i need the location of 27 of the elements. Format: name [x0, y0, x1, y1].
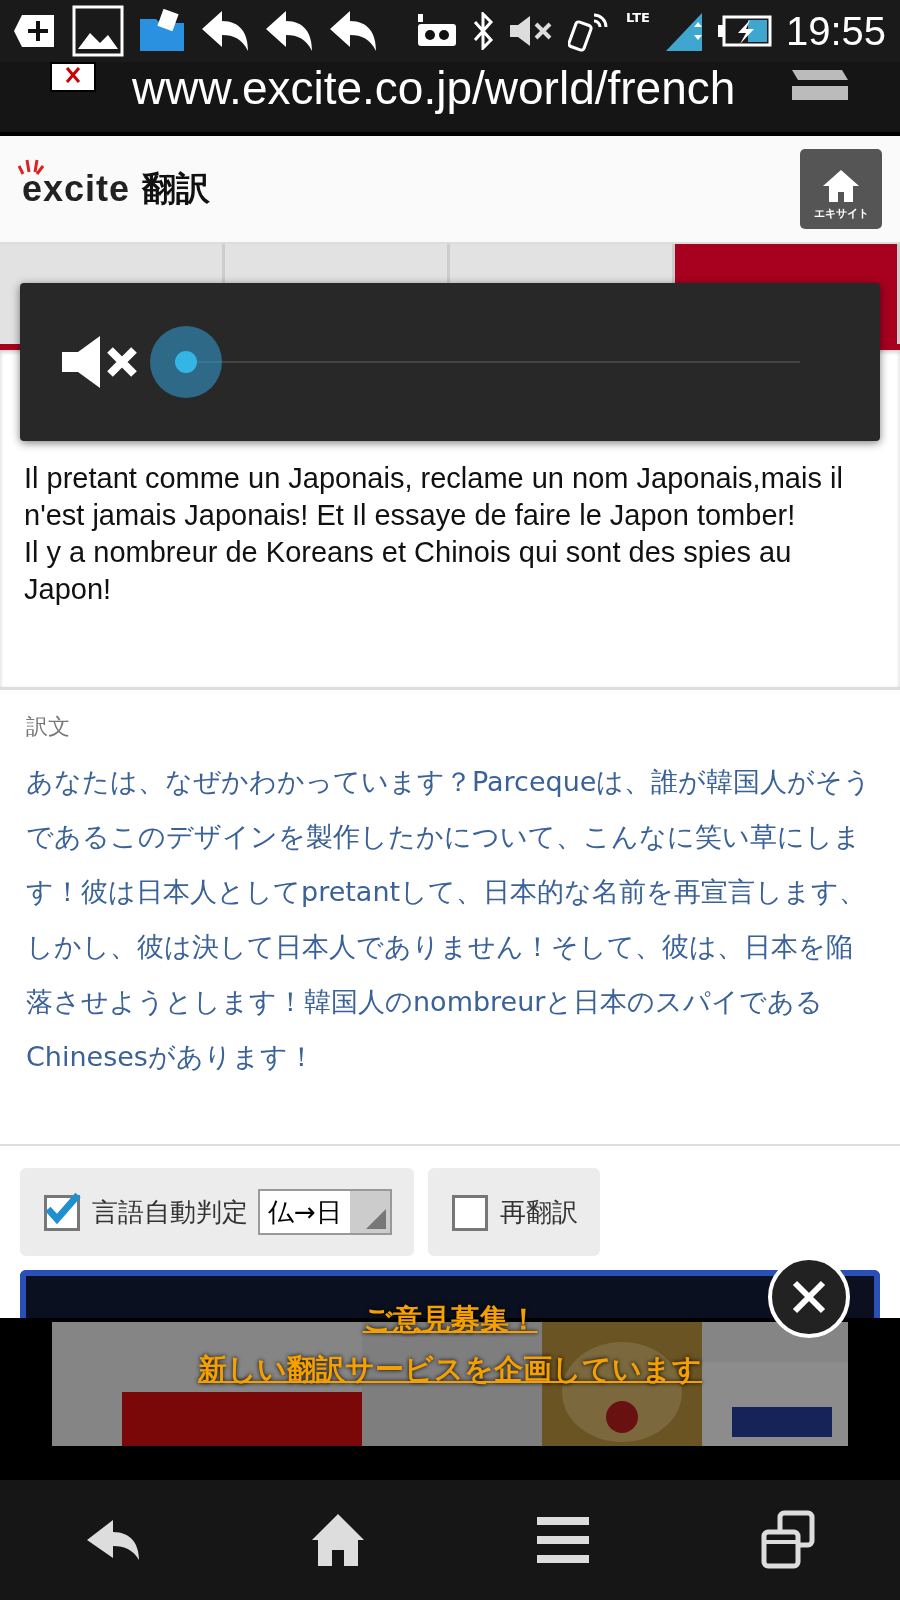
bluetooth-icon [472, 12, 494, 50]
folder-icon [138, 9, 186, 53]
voicemail-icon [416, 14, 458, 48]
feedback-link[interactable]: ご意見募集！ [362, 1300, 538, 1340]
battery-icon [717, 14, 772, 48]
option-label: 再翻訳 [499, 1195, 578, 1229]
logo[interactable]: excite [22, 168, 131, 210]
page-title: 翻訳 [142, 167, 211, 210]
reply-icon [200, 9, 250, 53]
mute-icon [508, 14, 554, 48]
option-label: 言語自動判定 [92, 1195, 248, 1229]
checkbox[interactable] [42, 1191, 82, 1233]
source-text: Il y a nombreur de Koreans et Chinois qui sont des spies au Japon! [24, 535, 793, 607]
image-icon [72, 5, 124, 57]
home-button[interactable]: エキサイト [800, 149, 882, 229]
source-text: Il pretant comme un Japonais, reclame un nom Japonais,mais il n'est jamais Japonais! Et Il essaye de faire le Japon tomber! [24, 461, 844, 533]
reply-icon [328, 9, 378, 53]
result-label: 訳文 [25, 713, 71, 741]
reply-icon [264, 9, 314, 53]
translation-text: あなたは、なぜかわかっています？Parcequeは、誰が韓国人がそうであるこのデザインを製作したかについて、こんなに笑い草にします！彼は日本人としてpretantして、日本的な名前を再宣言します、しかし、彼は決して日本人でありません！そして、彼は、日本を陥落させようとします！韓国人のnombreurと日本のスパイであるChinesesがあります！ [26, 765, 873, 1074]
sparks-icon [18, 159, 44, 175]
network-label: LTE [626, 10, 650, 25]
language-select[interactable]: 仏→日 [258, 1189, 392, 1235]
close-icon [792, 1280, 826, 1314]
home-icon [823, 170, 859, 202]
clock: 19:55 [785, 8, 886, 54]
dropdown-arrow-icon [365, 1209, 386, 1229]
